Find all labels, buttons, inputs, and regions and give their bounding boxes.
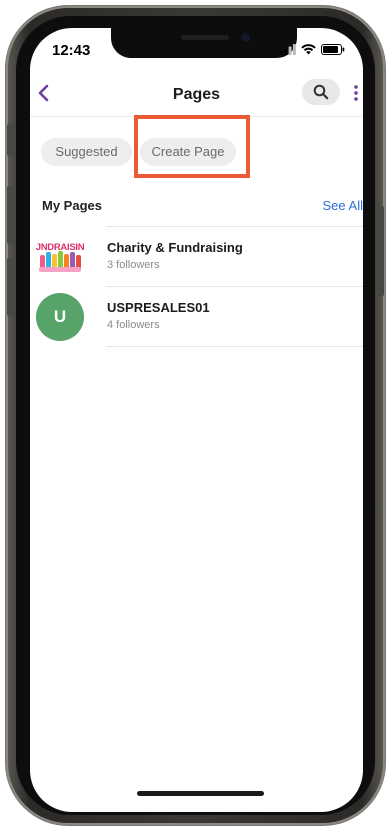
- list-divider: [106, 346, 363, 347]
- volume-up-button: [7, 186, 13, 244]
- page-followers: 3 followers: [107, 259, 160, 271]
- silent-switch: [7, 124, 13, 156]
- signal-icon: [280, 44, 296, 55]
- phone-screen: 12:43 Pages Suggested Create Page My Pag…: [30, 28, 363, 812]
- speaker-grill: [181, 35, 229, 40]
- power-button: [378, 206, 384, 296]
- page-followers: 4 followers: [107, 319, 160, 331]
- status-time: 12:43: [52, 42, 91, 59]
- page-avatar-charity: JNDRAISIN: [36, 233, 85, 281]
- more-vertical-icon[interactable]: [352, 84, 360, 102]
- notch: [111, 28, 297, 58]
- see-all-link[interactable]: See All: [323, 198, 363, 213]
- search-button[interactable]: [302, 79, 340, 105]
- page-row-uspresales01[interactable]: U USPRESALES01 4 followers: [30, 287, 363, 345]
- highlight-annotation: [134, 115, 250, 178]
- search-icon: [313, 84, 329, 100]
- battery-icon: [321, 44, 345, 55]
- wifi-icon: [301, 44, 316, 55]
- suggested-chip[interactable]: Suggested: [41, 138, 132, 166]
- page-name: USPRESALES01: [107, 300, 210, 315]
- volume-down-button: [7, 258, 13, 316]
- home-indicator[interactable]: [137, 791, 264, 796]
- page-avatar-uspresales01: U: [36, 293, 84, 341]
- page-name: Charity & Fundraising: [107, 240, 243, 255]
- status-icons: [280, 44, 345, 55]
- front-camera: [241, 33, 250, 42]
- my-pages-heading: My Pages: [42, 198, 102, 213]
- page-row-charity[interactable]: JNDRAISIN Charity & Fundraising 3 follow…: [30, 227, 363, 285]
